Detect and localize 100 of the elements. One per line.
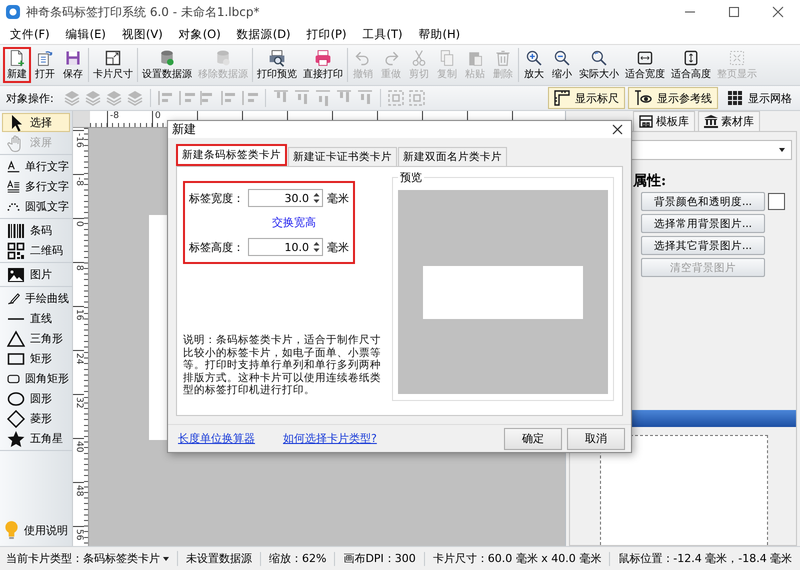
- toolbar-button[interactable]: 卡片尺寸: [90, 47, 136, 83]
- help-link[interactable]: 如何选择卡片类型?: [283, 431, 377, 446]
- ruler-label: -8: [74, 177, 84, 186]
- toolbar-button[interactable]: 打印预览: [254, 47, 300, 83]
- toolbar-button[interactable]: 新建: [3, 47, 31, 83]
- toolbar-button[interactable]: 打开: [31, 47, 59, 83]
- size-field[interactable]: 10.0: [248, 238, 323, 256]
- dialog-button[interactable]: 取消: [567, 428, 625, 450]
- group-icon: [386, 89, 405, 107]
- dialog-title: 新建: [172, 121, 196, 138]
- description-text: 说明：条码标签类卡片，适合于制作尺寸比较小的标签卡片，如电子面单、小票等等。打印时支持单行单列和单行多列两种排版方式。这种卡片可以使用连续卷纸类型的标签打印机进行打印。: [183, 334, 382, 397]
- guide-line-icon: [634, 90, 652, 106]
- menu-item[interactable]: 帮助(H): [410, 26, 468, 42]
- tool-item[interactable]: 多行文字: [2, 177, 70, 196]
- tool-item[interactable]: 矩形: [2, 349, 70, 368]
- toolbar-button[interactable]: 适合宽度: [622, 47, 668, 83]
- ellipse-icon: [7, 390, 25, 408]
- spinner-icon: [312, 191, 321, 205]
- tool-item[interactable]: 圆角矩形: [2, 369, 70, 388]
- multi-line-text-icon: [7, 178, 20, 196]
- close-icon[interactable]: [612, 124, 623, 135]
- tool-item[interactable]: 手绘曲线: [2, 289, 70, 308]
- toggle-button[interactable]: 显示标尺: [548, 87, 625, 109]
- dialog-tab[interactable]: 新建双面名片类卡片: [398, 147, 507, 166]
- diamond-icon: [7, 410, 25, 428]
- toggle-button[interactable]: 显示网格: [721, 87, 798, 109]
- properties-heading: 属性:: [633, 172, 668, 190]
- tool-item[interactable]: 圆弧文字: [2, 197, 70, 216]
- layer-icon: [104, 89, 123, 107]
- help-item[interactable]: 使用说明: [0, 516, 72, 546]
- align-icon: [314, 89, 332, 107]
- align-icon: [220, 89, 238, 107]
- window-title: 神奇条码标签打印系统 6.0 - 未命名1.lbcp*: [26, 4, 260, 20]
- dialog-button[interactable]: 确定: [504, 428, 562, 450]
- tool-item[interactable]: 图片: [2, 265, 70, 284]
- property-button[interactable]: 选择常用背景图片...: [641, 214, 765, 233]
- help-link[interactable]: 长度单位换算器: [178, 431, 255, 446]
- dialog-tab[interactable]: 新建证卡证书类卡片: [288, 147, 397, 166]
- menu-item[interactable]: 对象(O): [170, 26, 229, 42]
- tool-item[interactable]: 选择: [2, 113, 70, 132]
- caret-icon: [779, 148, 785, 152]
- toolbar-button[interactable]: 设置数据源: [139, 47, 195, 83]
- line-icon: [7, 316, 25, 320]
- maximize-icon[interactable]: [728, 6, 740, 18]
- museum-icon: [704, 115, 718, 128]
- object-operations-label: 对象操作:: [6, 90, 54, 106]
- tool-item[interactable]: 五角星: [2, 429, 70, 448]
- field-label: 标签宽度：: [189, 190, 244, 206]
- menu-item[interactable]: 打印(P): [298, 26, 354, 42]
- toggle-button[interactable]: 显示参考线: [628, 87, 718, 109]
- unit-label: 毫米: [327, 240, 349, 254]
- panel-tab[interactable]: 素材库: [698, 111, 760, 131]
- tool-item[interactable]: 单行文字: [2, 157, 70, 176]
- dialog-tab[interactable]: 新建条码标签类卡片: [176, 144, 287, 166]
- menu-item[interactable]: 文件(F): [2, 26, 58, 42]
- tool-item[interactable]: 二维码: [2, 241, 70, 260]
- property-button[interactable]: 背景颜色和透明度...: [641, 192, 765, 211]
- star-icon: [7, 430, 25, 448]
- light-bulb-icon: [4, 520, 19, 540]
- status-text: 未设置数据源: [178, 552, 261, 566]
- toolbar-button[interactable]: 缩小: [548, 47, 576, 83]
- tool-item[interactable]: 菱形: [2, 409, 70, 428]
- menu-item[interactable]: 编辑(E): [58, 26, 114, 42]
- ruler-icon: [554, 90, 570, 106]
- ruler-label: -8: [110, 111, 119, 121]
- close-icon[interactable]: [772, 6, 784, 18]
- tool-item[interactable]: 直线: [2, 309, 70, 328]
- tool-item[interactable]: 条码: [2, 221, 70, 240]
- ruler-label: 16: [74, 309, 84, 320]
- grid-icon: [727, 90, 743, 106]
- color-swatch[interactable]: [768, 193, 785, 210]
- tool-item[interactable]: 三角形: [2, 329, 70, 348]
- toolbar-button[interactable]: 适合高度: [668, 47, 714, 83]
- toolbar-button[interactable]: 直接打印: [300, 47, 346, 83]
- preview-legend: 预览: [398, 170, 424, 185]
- field-label: 标签高度：: [189, 240, 244, 254]
- menu-item[interactable]: 数据源(D): [228, 26, 299, 42]
- menu-item[interactable]: 视图(V): [114, 26, 171, 42]
- ruler-label: 40: [74, 441, 84, 452]
- layer-icon: [126, 89, 144, 107]
- align-icon: [292, 89, 311, 107]
- align-icon: [156, 89, 175, 107]
- size-field[interactable]: 30.0: [248, 189, 323, 207]
- ruler-label: 24: [74, 353, 84, 364]
- toolbar-button[interactable]: 保存: [59, 47, 87, 83]
- toolbar-button[interactable]: 放大: [520, 47, 548, 83]
- status-text: 卡片尺寸：60.0 毫米 x 40.0 毫米: [424, 552, 610, 566]
- triangle-icon: [7, 330, 25, 348]
- spinner-icon: [312, 240, 321, 254]
- toolbar-button[interactable]: 实际大小: [576, 47, 622, 83]
- panel-tab[interactable]: 模板库: [633, 111, 695, 131]
- card-type-dropdown[interactable]: 当前卡片类型：条码标签类卡片: [4, 551, 178, 566]
- tool-item[interactable]: 圆形: [2, 389, 70, 408]
- align-icon: [356, 89, 374, 107]
- property-button[interactable]: 选择其它背景图片...: [641, 236, 765, 255]
- ruler-label: -16: [74, 133, 84, 148]
- barcode-icon: [7, 222, 25, 240]
- align-icon: [178, 89, 196, 107]
- swap-link[interactable]: 交换宽高: [272, 211, 316, 234]
- menu-item[interactable]: 工具(T): [354, 26, 410, 42]
